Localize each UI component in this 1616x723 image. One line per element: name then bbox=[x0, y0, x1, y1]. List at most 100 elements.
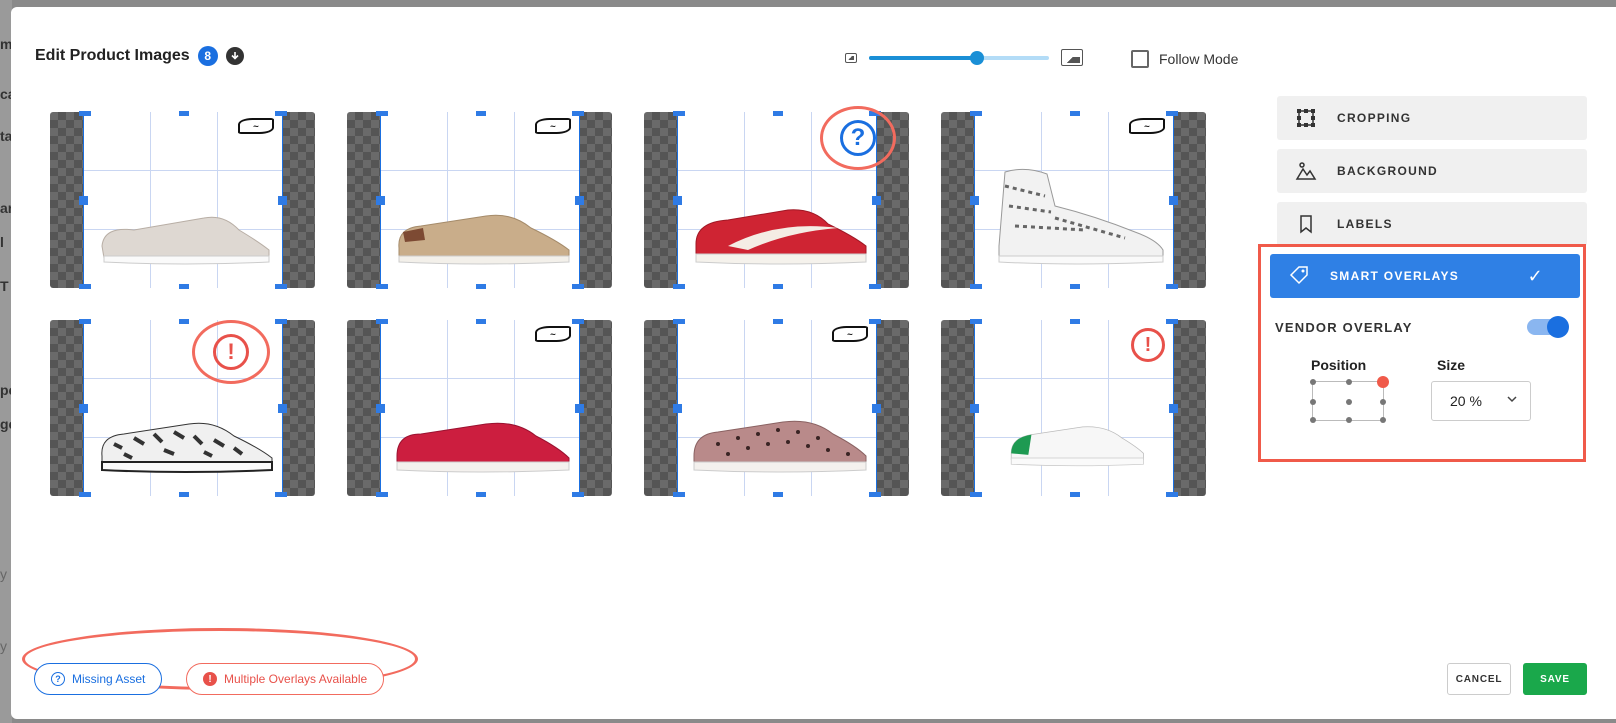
crop-handle[interactable] bbox=[673, 404, 682, 413]
crop-handle[interactable] bbox=[773, 319, 783, 324]
position-dot[interactable] bbox=[1346, 399, 1352, 405]
crop-handle[interactable] bbox=[673, 492, 685, 497]
crop-handle[interactable] bbox=[376, 284, 388, 289]
panel-item-cropping[interactable]: CROPPING bbox=[1277, 96, 1587, 140]
crop-handle[interactable] bbox=[970, 404, 979, 413]
position-dot[interactable] bbox=[1310, 379, 1316, 385]
crop-handle[interactable] bbox=[1166, 111, 1178, 116]
crop-handle[interactable] bbox=[79, 284, 91, 289]
position-dot[interactable] bbox=[1310, 417, 1316, 423]
vendor-overlay-toggle[interactable] bbox=[1527, 316, 1569, 338]
crop-handle[interactable] bbox=[872, 196, 881, 205]
crop-handle[interactable] bbox=[275, 111, 287, 116]
position-dot[interactable] bbox=[1380, 399, 1386, 405]
position-dot[interactable] bbox=[1380, 417, 1386, 423]
download-icon[interactable] bbox=[225, 47, 244, 65]
crop-handle[interactable] bbox=[575, 404, 584, 413]
crop-handle[interactable] bbox=[572, 492, 584, 497]
crop-handle[interactable] bbox=[79, 196, 88, 205]
crop-handle[interactable] bbox=[673, 284, 685, 289]
crop-handle[interactable] bbox=[1166, 492, 1178, 497]
crop-handle[interactable] bbox=[79, 111, 91, 116]
image-card[interactable]: ! bbox=[941, 319, 1206, 497]
position-dot[interactable] bbox=[1346, 379, 1352, 385]
crop-area[interactable]: ~ bbox=[376, 111, 584, 289]
position-dot[interactable] bbox=[1310, 399, 1316, 405]
crop-handle[interactable] bbox=[1166, 284, 1178, 289]
crop-handle[interactable] bbox=[179, 492, 189, 497]
zoom-slider[interactable] bbox=[869, 50, 1049, 65]
panel-item-smart-overlays[interactable]: SMART OVERLAYS ✓ bbox=[1270, 254, 1580, 298]
crop-handle[interactable] bbox=[376, 319, 388, 324]
exclamation-icon[interactable]: ! bbox=[1131, 328, 1165, 362]
crop-area[interactable]: ? bbox=[673, 106, 896, 289]
follow-mode[interactable]: Follow Mode bbox=[1131, 50, 1238, 68]
crop-handle[interactable] bbox=[869, 284, 881, 289]
crop-handle[interactable] bbox=[79, 492, 91, 497]
crop-handle[interactable] bbox=[179, 111, 189, 116]
crop-handle[interactable] bbox=[1070, 319, 1080, 324]
crop-handle[interactable] bbox=[476, 111, 486, 116]
crop-handle[interactable] bbox=[376, 404, 385, 413]
position-picker[interactable] bbox=[1310, 376, 1389, 423]
crop-handle[interactable] bbox=[376, 492, 388, 497]
crop-handle[interactable] bbox=[179, 319, 189, 324]
panel-item-labels[interactable]: LABELS bbox=[1277, 202, 1587, 246]
crop-handle[interactable] bbox=[673, 196, 682, 205]
cancel-button[interactable]: CANCEL bbox=[1447, 663, 1511, 695]
crop-handle[interactable] bbox=[79, 404, 88, 413]
crop-handle[interactable] bbox=[1169, 404, 1178, 413]
image-card[interactable]: ! bbox=[50, 319, 315, 497]
missing-asset-chip[interactable]: ? Missing Asset bbox=[34, 663, 163, 695]
zoom-slider-thumb[interactable] bbox=[970, 50, 984, 65]
position-dot[interactable] bbox=[1346, 417, 1352, 423]
crop-handle[interactable] bbox=[1070, 111, 1080, 116]
crop-handle[interactable] bbox=[773, 111, 783, 116]
crop-handle[interactable] bbox=[476, 319, 486, 324]
crop-handle[interactable] bbox=[476, 492, 486, 497]
missing-asset-marker[interactable]: ? bbox=[820, 106, 896, 170]
crop-handle[interactable] bbox=[773, 492, 783, 497]
crop-handle[interactable] bbox=[376, 111, 388, 116]
save-button[interactable]: SAVE bbox=[1523, 663, 1587, 695]
crop-handle[interactable] bbox=[376, 196, 385, 205]
crop-handle[interactable] bbox=[1070, 284, 1080, 289]
image-card[interactable]: ~ bbox=[347, 319, 612, 497]
crop-handle[interactable] bbox=[673, 319, 685, 324]
crop-handle[interactable] bbox=[179, 284, 189, 289]
crop-handle[interactable] bbox=[869, 492, 881, 497]
crop-area[interactable]: ~ bbox=[376, 319, 584, 497]
crop-handle[interactable] bbox=[872, 404, 881, 413]
crop-area[interactable]: ~ bbox=[673, 319, 881, 497]
size-select[interactable]: 20 % bbox=[1431, 381, 1531, 421]
image-card[interactable]: ? bbox=[644, 106, 909, 289]
crop-handle[interactable] bbox=[970, 111, 982, 116]
crop-handle[interactable] bbox=[275, 492, 287, 497]
crop-handle[interactable] bbox=[970, 319, 982, 324]
crop-handle[interactable] bbox=[275, 284, 287, 289]
crop-handle[interactable] bbox=[970, 196, 979, 205]
crop-handle[interactable] bbox=[275, 319, 287, 324]
image-card[interactable]: ~ bbox=[941, 111, 1206, 289]
position-dot-selected[interactable] bbox=[1377, 376, 1389, 388]
crop-area[interactable]: ! bbox=[970, 319, 1178, 497]
crop-handle[interactable] bbox=[278, 404, 287, 413]
crop-handle[interactable] bbox=[869, 319, 881, 324]
follow-mode-checkbox[interactable] bbox=[1131, 50, 1149, 68]
crop-handle[interactable] bbox=[278, 196, 287, 205]
image-card[interactable]: ~ bbox=[347, 111, 612, 289]
panel-item-background[interactable]: BACKGROUND bbox=[1277, 149, 1587, 193]
crop-area[interactable]: ! bbox=[79, 319, 287, 497]
crop-area[interactable]: ~ bbox=[79, 111, 287, 289]
multiple-overlays-marker[interactable]: ! bbox=[192, 320, 270, 384]
crop-handle[interactable] bbox=[673, 111, 685, 116]
image-card[interactable]: ~ bbox=[644, 319, 909, 497]
crop-handle[interactable] bbox=[572, 319, 584, 324]
crop-handle[interactable] bbox=[572, 284, 584, 289]
crop-area[interactable]: ~ bbox=[970, 111, 1178, 289]
crop-handle[interactable] bbox=[970, 492, 982, 497]
crop-handle[interactable] bbox=[1070, 492, 1080, 497]
crop-handle[interactable] bbox=[1166, 319, 1178, 324]
multiple-overlays-chip[interactable]: ! Multiple Overlays Available bbox=[186, 663, 385, 695]
crop-handle[interactable] bbox=[1169, 196, 1178, 205]
